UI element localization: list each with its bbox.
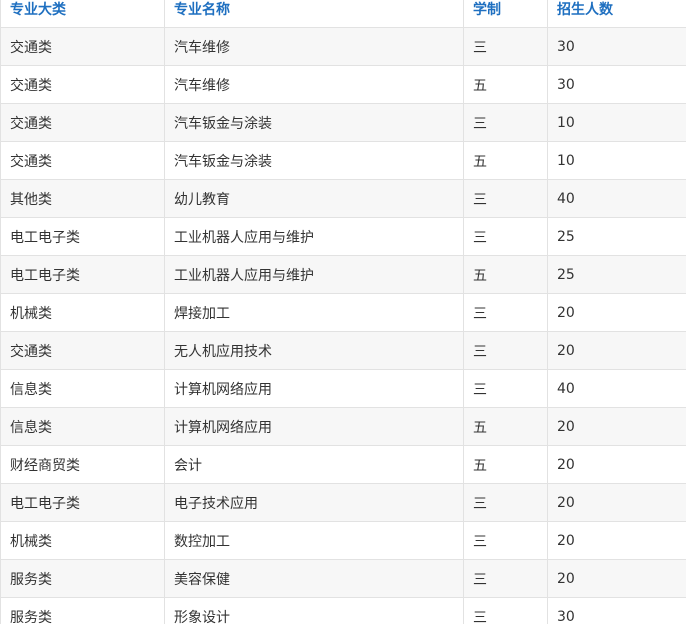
- cell-major-name: 汽车维修: [164, 27, 464, 66]
- cell-category: 电工电子类: [0, 255, 165, 294]
- header-duration: 学制: [463, 0, 548, 28]
- cell-major-name: 工业机器人应用与维护: [164, 217, 464, 256]
- enrollment-table-container: 专业大类 专业名称 学制 招生人数 交通类 汽车维修三 30 交通类 汽车维修五 30 交通…: [0, 0, 686, 624]
- cell-duration: 三: [463, 27, 548, 66]
- cell-duration: 三: [463, 331, 548, 370]
- table-row: 交通类 汽车维修三 30: [0, 27, 686, 66]
- cell-duration: 三: [463, 559, 548, 598]
- table-body: 交通类 汽车维修三 30 交通类 汽车维修五 30 交通类 汽车钣金与涂装三 10 交通类 汽车钣金…: [0, 27, 686, 624]
- cell-enrollment: 30: [547, 65, 686, 104]
- cell-major-name: 会计: [164, 445, 464, 484]
- cell-category: 机械类: [0, 293, 165, 332]
- cell-category: 交通类: [0, 103, 165, 142]
- cell-category: 交通类: [0, 331, 165, 370]
- cell-major-name: 汽车维修: [164, 65, 464, 104]
- cell-major-name: 电子技术应用: [164, 483, 464, 522]
- table-row: 电工电子类 工业机器人应用与维护五 25: [0, 255, 686, 294]
- cell-major-name: 数控加工: [164, 521, 464, 560]
- cell-enrollment: 25: [547, 217, 686, 256]
- cell-enrollment: 10: [547, 141, 686, 180]
- cell-category: 交通类: [0, 65, 165, 104]
- cell-major-name: 计算机网络应用: [164, 369, 464, 408]
- cell-enrollment: 30: [547, 597, 686, 624]
- table-row: 交通类 汽车钣金与涂装五 10: [0, 141, 686, 180]
- cell-duration: 三: [463, 103, 548, 142]
- table-row: 服务类 美容保健三 20: [0, 559, 686, 598]
- cell-enrollment: 20: [547, 521, 686, 560]
- cell-major-name: 形象设计: [164, 597, 464, 624]
- table-row: 机械类 焊接加工三 20: [0, 293, 686, 332]
- table-row: 财经商贸类 会计五 20: [0, 445, 686, 484]
- header-major-name: 专业名称: [164, 0, 464, 28]
- cell-duration: 三: [463, 217, 548, 256]
- header-enrollment: 招生人数: [547, 0, 686, 28]
- cell-enrollment: 20: [547, 407, 686, 446]
- cell-major-name: 工业机器人应用与维护: [164, 255, 464, 294]
- table-row: 电工电子类 工业机器人应用与维护三 25: [0, 217, 686, 256]
- cell-category: 其他类: [0, 179, 165, 218]
- cell-duration: 五: [463, 141, 548, 180]
- cell-enrollment: 30: [547, 27, 686, 66]
- cell-major-name: 无人机应用技术: [164, 331, 464, 370]
- cell-major-name: 计算机网络应用: [164, 407, 464, 446]
- table-row: 服务类 形象设计三 30: [0, 597, 686, 624]
- cell-major-name: 焊接加工: [164, 293, 464, 332]
- table-row: 交通类 汽车钣金与涂装三 10: [0, 103, 686, 142]
- cell-enrollment: 20: [547, 483, 686, 522]
- table-row: 机械类 数控加工三 20: [0, 521, 686, 560]
- cell-duration: 三: [463, 179, 548, 218]
- header-category: 专业大类: [0, 0, 165, 28]
- cell-category: 信息类: [0, 407, 165, 446]
- cell-enrollment: 25: [547, 255, 686, 294]
- table-row: 其他类 幼儿教育三 40: [0, 179, 686, 218]
- cell-duration: 三: [463, 521, 548, 560]
- table-row: 交通类 无人机应用技术三 20: [0, 331, 686, 370]
- table-row: 信息类 计算机网络应用五 20: [0, 407, 686, 446]
- cell-duration: 五: [463, 255, 548, 294]
- cell-enrollment: 20: [547, 293, 686, 332]
- cell-enrollment: 20: [547, 445, 686, 484]
- cell-major-name: 幼儿教育: [164, 179, 464, 218]
- cell-enrollment: 20: [547, 559, 686, 598]
- cell-enrollment: 40: [547, 179, 686, 218]
- table-header-row: 专业大类 专业名称 学制 招生人数: [0, 0, 686, 28]
- cell-major-name: 汽车钣金与涂装: [164, 103, 464, 142]
- cell-category: 财经商贸类: [0, 445, 165, 484]
- cell-duration: 五: [463, 445, 548, 484]
- cell-duration: 五: [463, 407, 548, 446]
- cell-category: 服务类: [0, 597, 165, 624]
- cell-category: 交通类: [0, 141, 165, 180]
- cell-duration: 三: [463, 293, 548, 332]
- cell-category: 电工电子类: [0, 217, 165, 256]
- cell-duration: 三: [463, 483, 548, 522]
- cell-duration: 三: [463, 597, 548, 624]
- table-row: 交通类 汽车维修五 30: [0, 65, 686, 104]
- cell-category: 服务类: [0, 559, 165, 598]
- cell-enrollment: 40: [547, 369, 686, 408]
- cell-category: 信息类: [0, 369, 165, 408]
- cell-duration: 五: [463, 65, 548, 104]
- table-row: 信息类 计算机网络应用三 40: [0, 369, 686, 408]
- table-row: 电工电子类 电子技术应用三 20: [0, 483, 686, 522]
- cell-major-name: 汽车钣金与涂装: [164, 141, 464, 180]
- cell-enrollment: 10: [547, 103, 686, 142]
- cell-enrollment: 20: [547, 331, 686, 370]
- enrollment-table: 专业大类 专业名称 学制 招生人数 交通类 汽车维修三 30 交通类 汽车维修五 30 交通…: [0, 0, 686, 624]
- cell-category: 交通类: [0, 27, 165, 66]
- cell-category: 电工电子类: [0, 483, 165, 522]
- cell-duration: 三: [463, 369, 548, 408]
- cell-major-name: 美容保健: [164, 559, 464, 598]
- cell-category: 机械类: [0, 521, 165, 560]
